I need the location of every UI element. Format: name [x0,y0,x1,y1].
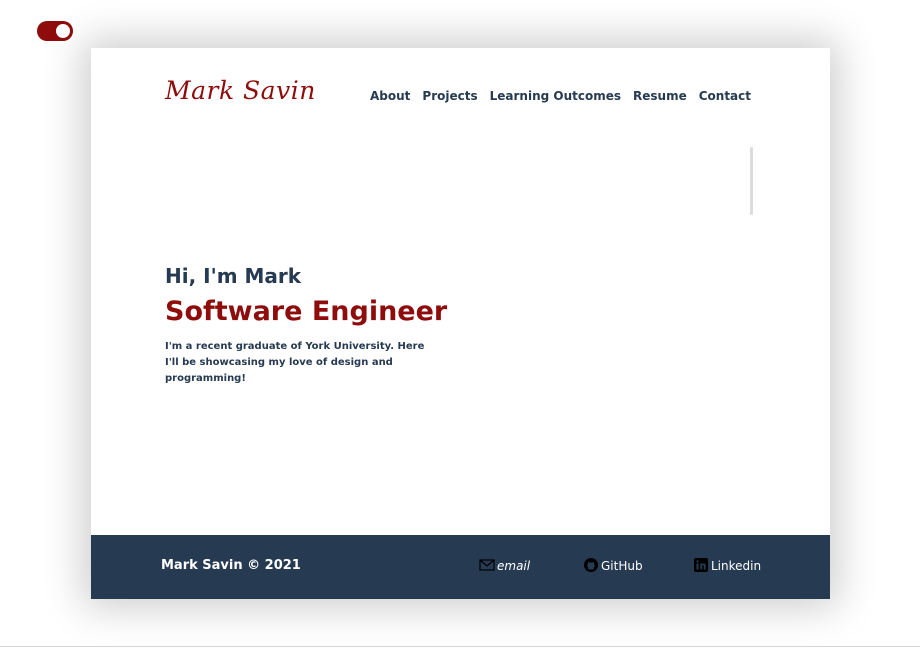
nav-learning-outcomes[interactable]: Learning Outcomes [490,89,621,103]
footer-copyright: Mark Savin © 2021 [161,558,301,573]
hero-greeting: Hi, I'm Mark [165,264,302,288]
main-nav: About Projects Learning Outcomes Resume … [370,89,751,103]
toggle-knob [56,24,70,38]
github-icon [583,557,599,573]
mail-icon [479,557,495,573]
hero-role: Software Engineer [165,296,448,327]
linkedin-link[interactable]: Linkedin [693,557,761,573]
github-link[interactable]: GitHub [583,557,643,573]
portfolio-card: Mark Savin About Projects Learning Outco… [91,48,830,599]
nav-contact[interactable]: Contact [699,89,751,103]
github-label: GitHub [601,559,643,573]
site-footer: Mark Savin © 2021 email GitHub Linkedin [91,535,830,599]
email-label: email [497,559,531,573]
linkedin-icon [693,557,709,573]
email-link[interactable]: email [479,557,530,573]
scroll-indicator[interactable] [750,147,753,215]
nav-resume[interactable]: Resume [633,89,687,103]
theme-toggle[interactable] [37,21,73,41]
page-bottom-divider [0,646,920,647]
linkedin-label: Linkedin [711,559,762,573]
site-logo[interactable]: Mark Savin [165,76,316,105]
nav-projects[interactable]: Projects [422,89,477,103]
hero-intro: I'm a recent graduate of York University… [165,341,425,384]
nav-about[interactable]: About [370,89,410,103]
